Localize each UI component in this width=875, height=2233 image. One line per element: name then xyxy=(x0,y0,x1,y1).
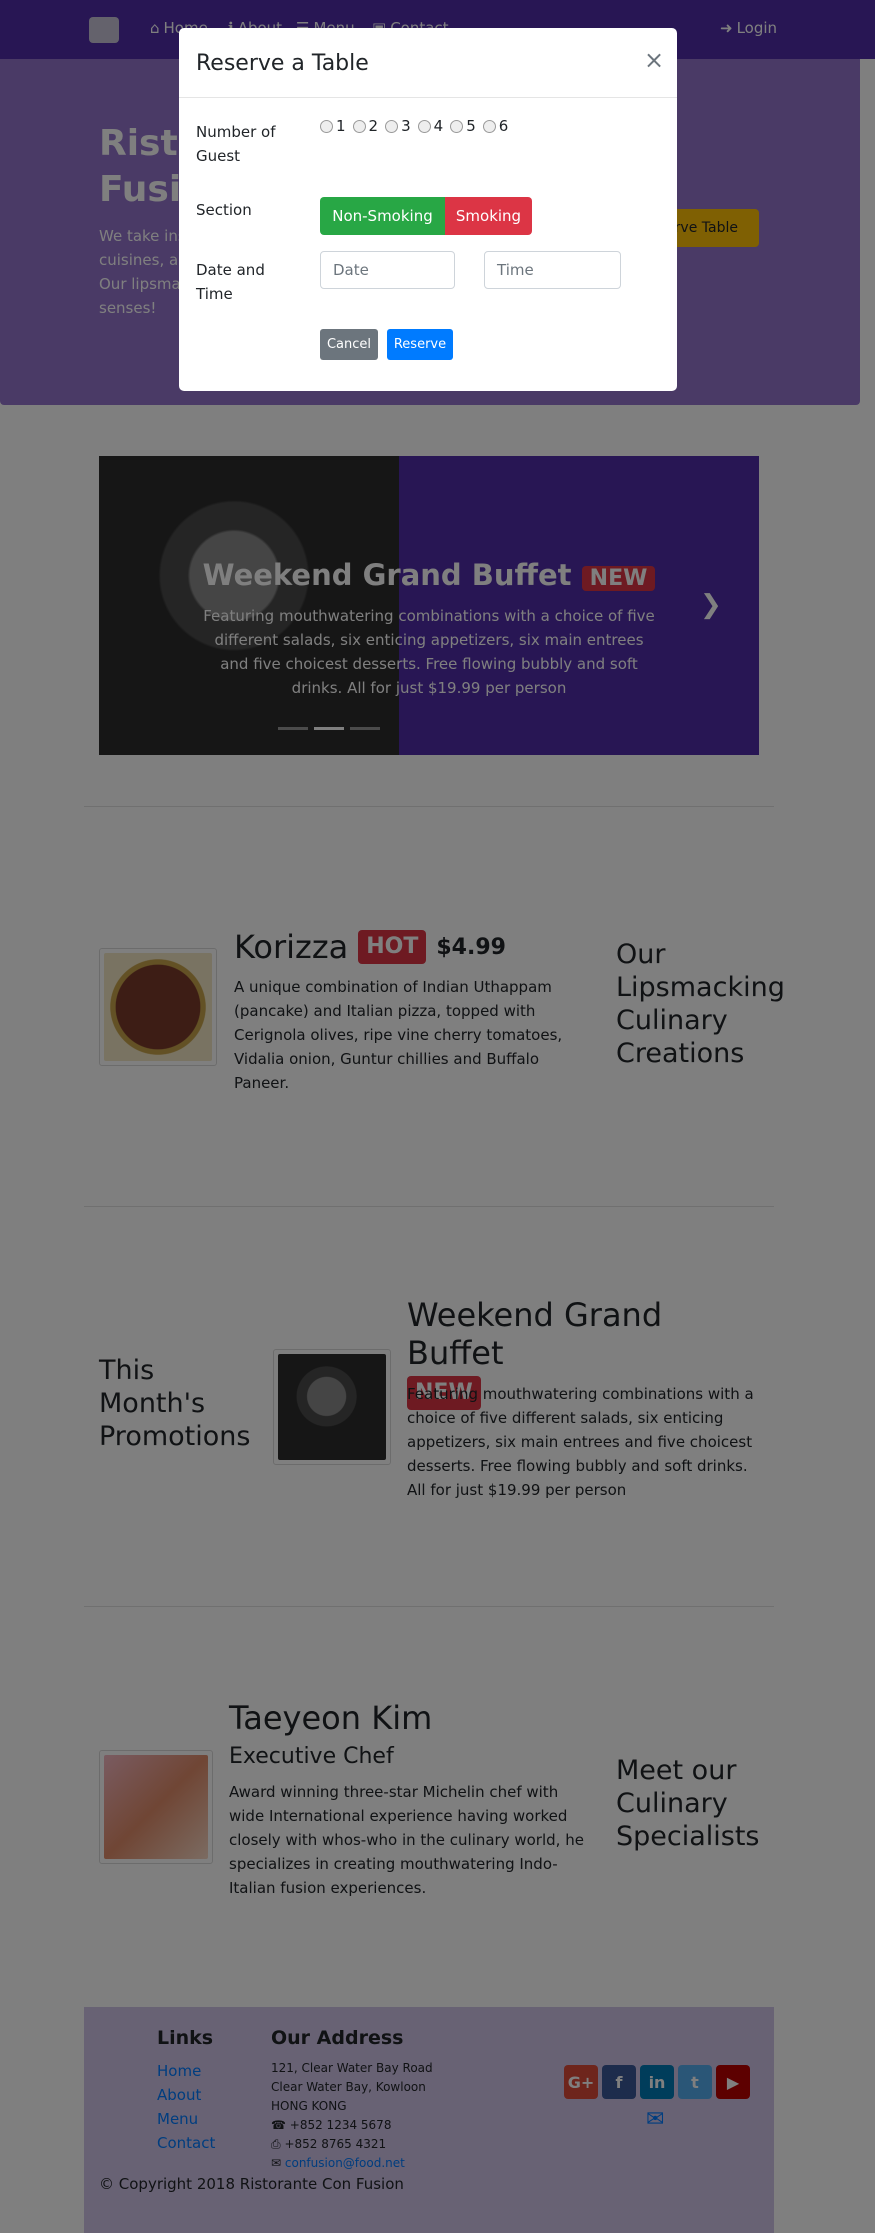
section-label: Section xyxy=(196,201,252,219)
guest-radio-1[interactable]: 1 xyxy=(320,117,346,135)
guest-radio-3[interactable]: 3 xyxy=(385,117,411,135)
close-icon[interactable]: × xyxy=(644,46,664,74)
radio-button[interactable] xyxy=(320,119,333,133)
radio-button[interactable] xyxy=(352,119,366,133)
guest-radio-group: 1 2 3 4 5 6 xyxy=(320,117,508,135)
smoking-button[interactable]: Smoking xyxy=(445,197,532,235)
radio-button[interactable] xyxy=(450,119,464,133)
cancel-button[interactable]: Cancel xyxy=(320,329,378,360)
radio-button[interactable] xyxy=(417,119,431,133)
guest-radio-4[interactable]: 4 xyxy=(417,117,443,135)
non-smoking-button[interactable]: Non-Smoking xyxy=(320,197,445,235)
radio-button[interactable] xyxy=(385,119,399,133)
radio-button[interactable] xyxy=(482,119,496,133)
time-input[interactable]: Time xyxy=(484,251,621,289)
date-time-label: Date and Time xyxy=(196,261,265,303)
reserve-button[interactable]: Reserve xyxy=(387,329,453,360)
modal-title: Reserve a Table xyxy=(196,51,369,76)
guest-radio-6[interactable]: 6 xyxy=(482,117,508,135)
guest-radio-2[interactable]: 2 xyxy=(352,117,378,135)
date-input[interactable]: Date xyxy=(320,251,455,289)
guest-radio-5[interactable]: 5 xyxy=(450,117,476,135)
modal-header: Reserve a Table × xyxy=(179,28,677,98)
reserve-table-modal: Reserve a Table × Number of Guest 1 2 3 … xyxy=(179,28,677,391)
guests-label: Number of Guest xyxy=(196,123,276,165)
